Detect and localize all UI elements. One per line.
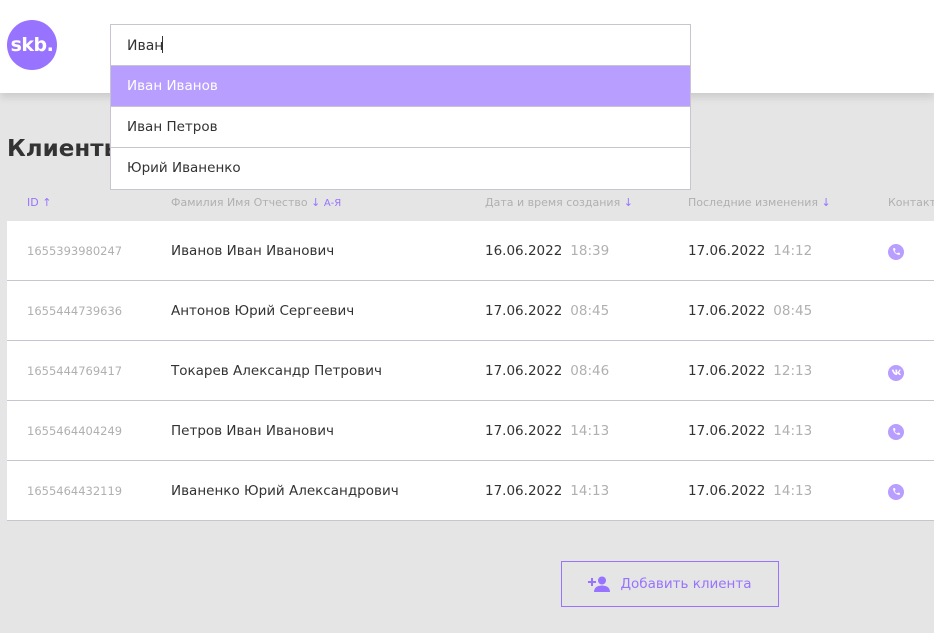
updated-date: 17.06.2022 <box>688 243 766 259</box>
created-date: 17.06.2022 <box>485 423 563 439</box>
search-input[interactable] <box>111 25 690 66</box>
contacts-cell <box>888 363 904 381</box>
suggestion-item[interactable]: Юрий Иваненко <box>111 148 690 189</box>
add-client-button[interactable]: Добавить клиента <box>561 561 779 607</box>
created-date: 17.06.2022 <box>485 303 563 319</box>
updated-date: 17.06.2022 <box>688 303 766 319</box>
client-id: 1655393980247 <box>27 244 123 258</box>
page-title: Клиенты <box>7 136 125 162</box>
created-date: 17.06.2022 <box>485 363 563 379</box>
column-updated-header[interactable]: Последние изменения ↓ <box>688 196 831 209</box>
column-name-header[interactable]: Фамилия Имя Отчество ↓ А-Я <box>171 196 341 209</box>
created-date: 16.06.2022 <box>485 243 563 259</box>
updated-at: 17.06.2022 14:13 <box>688 461 812 521</box>
created-at: 17.06.2022 08:46 <box>485 341 609 401</box>
sort-arrow-down-icon: ↓ <box>623 196 633 209</box>
updated-time: 12:13 <box>773 363 813 379</box>
updated-at: 17.06.2022 14:13 <box>688 401 812 461</box>
updated-time: 14:13 <box>773 483 813 499</box>
created-at: 17.06.2022 14:13 <box>485 461 609 521</box>
table-header: ID ↑ Фамилия Имя Отчество ↓ А-Я Дата и в… <box>0 196 934 216</box>
client-name: Антонов Юрий Сергеевич <box>171 303 355 319</box>
add-user-icon <box>588 576 611 592</box>
client-id: 1655464432119 <box>27 484 123 498</box>
created-at: 17.06.2022 08:45 <box>485 281 609 341</box>
updated-time: 14:13 <box>773 423 813 439</box>
add-client-label: Добавить клиента <box>620 576 752 592</box>
contacts-cell <box>888 243 904 260</box>
created-time: 14:13 <box>570 483 610 499</box>
table-row: 1655444769417 Токарев Александр Петрович 1… <box>7 341 934 401</box>
client-name: Иванов Иван Иванович <box>171 243 335 259</box>
text-caret <box>162 36 163 53</box>
logo: skb. <box>7 20 57 70</box>
updated-date: 17.06.2022 <box>688 483 766 499</box>
updated-date: 17.06.2022 <box>688 423 766 439</box>
updated-at: 17.06.2022 14:12 <box>688 221 812 281</box>
contacts-cell <box>888 423 904 440</box>
table-row: 1655393980247 Иванов Иван Иванович 16.06.2… <box>7 221 934 281</box>
search-field[interactable] <box>110 24 691 66</box>
created-time: 08:46 <box>570 363 610 379</box>
phone-icon[interactable] <box>888 423 904 440</box>
sort-hint: А-Я <box>323 198 342 209</box>
sort-arrow-down-icon: ↓ <box>821 196 831 209</box>
table-row: 1655464404249 Петров Иван Иванович 17.06.2… <box>7 401 934 461</box>
updated-time: 14:12 <box>773 243 813 259</box>
client-name: Петров Иван Иванович <box>171 423 334 439</box>
client-id: 1655464404249 <box>27 424 123 438</box>
search-suggestions: Иван Иванов Иван Петров Юрий Иваненко <box>110 65 691 190</box>
phone-icon[interactable] <box>888 483 904 500</box>
contacts-cell <box>888 483 904 500</box>
client-name: Иваненко Юрий Александрович <box>171 483 399 499</box>
created-date: 17.06.2022 <box>485 483 563 499</box>
phone-icon[interactable] <box>888 243 904 260</box>
created-at: 16.06.2022 18:39 <box>485 221 609 281</box>
sort-arrow-down-icon: ↓ <box>311 196 321 209</box>
updated-date: 17.06.2022 <box>688 363 766 379</box>
created-time: 14:13 <box>570 423 610 439</box>
client-id: 1655444739636 <box>27 304 123 318</box>
suggestion-item[interactable]: Иван Петров <box>111 107 690 148</box>
client-id: 1655444769417 <box>27 364 123 378</box>
updated-at: 17.06.2022 08:45 <box>688 281 812 341</box>
updated-time: 08:45 <box>773 303 813 319</box>
column-created-header[interactable]: Дата и время создания ↓ <box>485 196 633 209</box>
table-row: 1655444739636 Антонов Юрий Сергеевич 17.06… <box>7 281 934 341</box>
created-at: 17.06.2022 14:13 <box>485 401 609 461</box>
vk-icon[interactable] <box>888 364 904 381</box>
client-name: Токарев Александр Петрович <box>171 363 382 379</box>
sort-arrow-up-icon: ↑ <box>42 196 52 209</box>
column-contacts-header: Контакты <box>888 196 934 209</box>
suggestion-item[interactable]: Иван Иванов <box>111 66 690 107</box>
created-time: 08:45 <box>570 303 610 319</box>
column-id-header[interactable]: ID ↑ <box>27 196 51 209</box>
created-time: 18:39 <box>570 243 610 259</box>
updated-at: 17.06.2022 12:13 <box>688 341 812 401</box>
clients-table: 1655393980247 Иванов Иван Иванович 16.06.2… <box>7 221 934 521</box>
table-row: 1655464432119 Иваненко Юрий Александрович… <box>7 461 934 521</box>
